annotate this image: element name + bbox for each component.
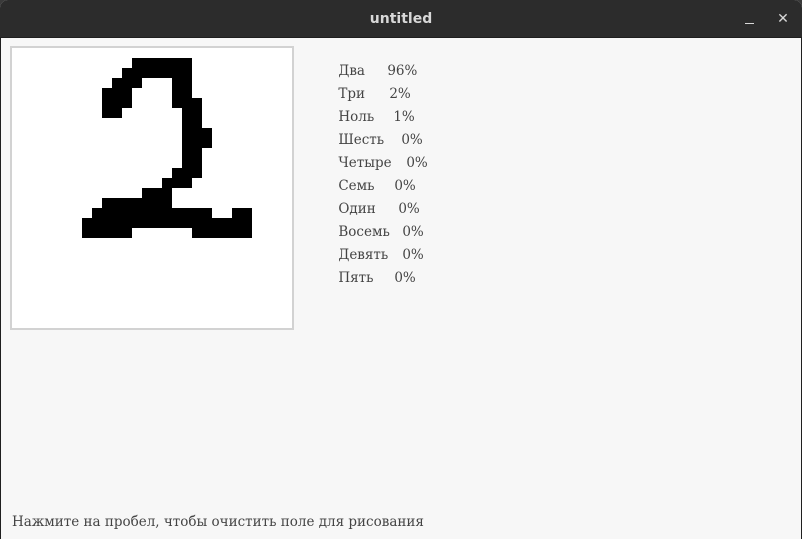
ink-pixel: [102, 88, 132, 108]
drawn-digit: [12, 48, 292, 328]
prediction-label: Семь: [338, 178, 375, 194]
prediction-label: Три: [338, 86, 365, 102]
prediction-label: Один: [338, 201, 376, 217]
prediction-value: 0%: [398, 201, 420, 217]
prediction-value: 0%: [402, 224, 424, 240]
ink-pixel: [232, 208, 252, 238]
prediction-value: 96%: [387, 63, 418, 79]
title-bar[interactable]: untitled ✕: [0, 0, 802, 38]
prediction-label: Шесть: [338, 132, 385, 148]
close-icon: ✕: [777, 11, 789, 27]
ink-pixel: [82, 218, 132, 238]
prediction-value: 0%: [402, 247, 424, 263]
prediction-value: 0%: [406, 155, 428, 171]
ink-pixel: [122, 68, 142, 78]
ink-pixel: [102, 108, 122, 118]
prediction-label: Два: [338, 63, 365, 79]
ink-pixel: [132, 218, 162, 228]
prediction-value: 0%: [394, 178, 416, 194]
prediction-list: Два 96% Три 2% Ноль 1% Шесть 0% Четыре 0% Сем…: [304, 47, 428, 286]
status-hint: Нажмите на пробел, чтобы очистить поле д…: [12, 514, 424, 530]
ink-pixel: [182, 128, 212, 148]
ink-pixel: [112, 78, 142, 88]
close-button[interactable]: ✕: [768, 0, 798, 38]
minimize-icon: [744, 22, 754, 24]
prediction-label: Пять: [338, 270, 374, 286]
ink-pixel: [162, 178, 192, 188]
prediction-value: 2%: [389, 86, 411, 102]
prediction-value: 0%: [401, 132, 423, 148]
prediction-row: Два 96%: [304, 47, 428, 79]
ink-pixel: [92, 208, 132, 218]
prediction-value: 0%: [394, 270, 416, 286]
drawing-canvas[interactable]: [10, 46, 294, 330]
prediction-label: Восемь: [338, 224, 390, 240]
prediction-label: Девять: [338, 247, 389, 263]
prediction-value: 1%: [393, 109, 415, 125]
app-window: untitled ✕ Два 96% Три 2% Ноль 1% Шесть 0%: [0, 0, 802, 539]
ink-pixel: [152, 208, 212, 218]
client-area: Два 96% Три 2% Ноль 1% Шесть 0% Четыре 0% Сем…: [0, 38, 802, 539]
window-title: untitled: [369, 11, 433, 27]
prediction-label: Четыре: [338, 155, 392, 171]
minimize-button[interactable]: [734, 0, 764, 38]
prediction-label: Ноль: [338, 109, 375, 125]
